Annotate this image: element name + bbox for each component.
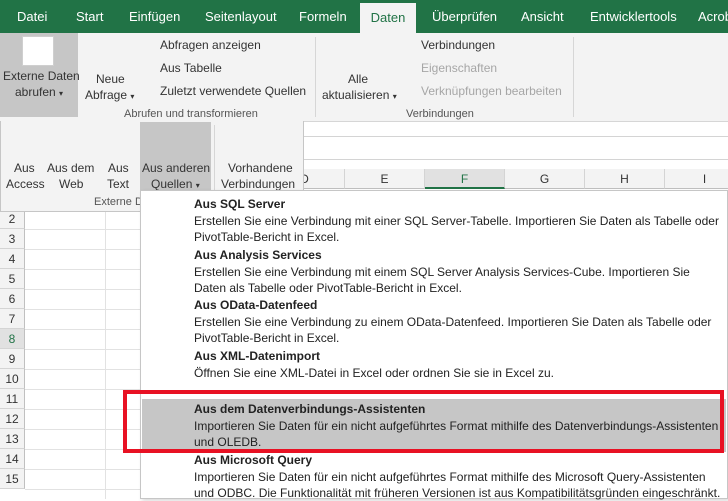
aus-access-label2: Access bbox=[6, 177, 45, 191]
aus-dem-web-label: Aus dem bbox=[47, 161, 95, 175]
group-separator bbox=[573, 37, 574, 117]
tab-ueberpruefen[interactable]: Überprüfen bbox=[432, 0, 497, 33]
alle-aktualisieren-label: Alle bbox=[348, 72, 369, 86]
menu-item-description: Öffnen Sie eine XML-Datei in Excel oder … bbox=[194, 366, 554, 380]
externe-daten-label2: abrufen ▾ bbox=[15, 85, 64, 99]
row-header[interactable]: 14 bbox=[0, 449, 25, 469]
external-data-icon bbox=[22, 36, 54, 66]
aus-anderen-quellen-label: Aus anderen bbox=[142, 161, 211, 175]
tab-daten[interactable]: Daten bbox=[360, 3, 416, 33]
tab-datei[interactable]: Datei bbox=[17, 0, 47, 33]
group-label-verbindungen: Verbindungen bbox=[406, 108, 474, 120]
vorhandene-verbindungen-label2: Verbindungen bbox=[221, 177, 296, 191]
menu-item-title: Aus OData-Datenfeed bbox=[194, 298, 318, 312]
verknuepfungen-bearbeiten-button[interactable]: Verknüpfungen bearbeiten bbox=[421, 84, 562, 98]
aus-anderen-quellen-button[interactable]: Aus anderen Quellen ▾ bbox=[140, 122, 211, 195]
aus-anderen-quellen-label2: Quellen ▾ bbox=[151, 177, 200, 191]
vorhandene-verbindungen-label: Vorhandene bbox=[228, 161, 293, 175]
row-header[interactable]: 7 bbox=[0, 309, 25, 329]
menu-item-odata-datenfeed[interactable]: Aus OData-Datenfeed Erstellen Sie eine V… bbox=[141, 293, 727, 345]
ribbon: Externe Daten abrufen ▾ Neue Abfrage ▾ A… bbox=[0, 33, 728, 122]
menu-item-description: Erstellen Sie eine Verbindung zu einem O… bbox=[194, 315, 712, 345]
menu-item-analysis-services[interactable]: Aus Analysis Services Erstellen Sie eine… bbox=[141, 243, 727, 295]
neue-abfrage-button[interactable]: Neue Abfrage ▾ bbox=[82, 33, 140, 117]
column-header-g[interactable]: G bbox=[505, 169, 585, 189]
column-header-f[interactable]: F bbox=[425, 169, 505, 189]
menu-item-xml-datenimport[interactable]: Aus XML-Datenimport Öffnen Sie eine XML-… bbox=[141, 345, 727, 381]
externe-daten-button[interactable]: Externe Daten abrufen ▾ bbox=[0, 33, 80, 117]
row-header[interactable]: 4 bbox=[0, 249, 25, 269]
row-header-selected[interactable]: 8 bbox=[0, 329, 25, 349]
column-header-h[interactable]: H bbox=[585, 169, 665, 189]
column-header-i[interactable]: I bbox=[665, 169, 728, 189]
aus-text-button[interactable]: Aus Text bbox=[104, 159, 138, 195]
menu-item-title: Aus SQL Server bbox=[194, 197, 286, 211]
row-header[interactable]: 9 bbox=[0, 349, 25, 369]
menu-item-sql-server[interactable]: Aus SQL Server Erstellen Sie eine Verbin… bbox=[141, 191, 727, 244]
row-header[interactable]: 6 bbox=[0, 289, 25, 309]
aus-text-label2: Text bbox=[107, 177, 130, 191]
aus-access-button[interactable]: Aus Access bbox=[5, 159, 45, 195]
alle-aktualisieren-label2: aktualisieren ▾ bbox=[322, 88, 397, 102]
aus-text-label: Aus bbox=[108, 161, 129, 175]
aus-access-label: Aus bbox=[14, 161, 35, 175]
aus-tabelle-button[interactable]: Aus Tabelle bbox=[160, 61, 222, 75]
grid-line bbox=[105, 189, 106, 499]
menu-item-description: Importieren Sie Daten für ein nicht aufg… bbox=[194, 470, 721, 500]
neue-abfrage-label2: Abfrage ▾ bbox=[85, 88, 135, 102]
tab-ansicht[interactable]: Ansicht bbox=[521, 0, 564, 33]
alle-aktualisieren-button[interactable]: Alle aktualisieren ▾ bbox=[318, 33, 400, 117]
aus-dem-web-label2: Web bbox=[59, 177, 84, 191]
neue-abfrage-label: Neue bbox=[96, 72, 125, 86]
verbindungen-button[interactable]: Verbindungen bbox=[421, 38, 495, 52]
column-header-e[interactable]: E bbox=[345, 169, 425, 189]
row-header[interactable]: 3 bbox=[0, 229, 25, 249]
row-header[interactable]: 11 bbox=[0, 389, 25, 409]
group-separator bbox=[214, 125, 215, 195]
abfragen-anzeigen-button[interactable]: Abfragen anzeigen bbox=[160, 38, 261, 52]
row-header[interactable]: 2 bbox=[0, 209, 25, 229]
formula-bar[interactable] bbox=[304, 136, 728, 160]
tab-formeln[interactable]: Formeln bbox=[299, 0, 347, 33]
group-separator bbox=[315, 37, 316, 117]
tab-seitenlayout[interactable]: Seitenlayout bbox=[205, 0, 277, 33]
menu-item-microsoft-query[interactable]: Aus Microsoft Query Importieren Sie Date… bbox=[141, 451, 727, 500]
row-header[interactable]: 10 bbox=[0, 369, 25, 389]
aus-dem-web-button[interactable]: Aus dem Web bbox=[46, 159, 98, 195]
tab-entwicklertools[interactable]: Entwicklertools bbox=[590, 0, 677, 33]
row-header[interactable]: 13 bbox=[0, 429, 25, 449]
menu-item-title: Aus Analysis Services bbox=[194, 248, 322, 262]
tab-einfuegen[interactable]: Einfügen bbox=[129, 0, 180, 33]
row-header[interactable]: 15 bbox=[0, 469, 25, 489]
zuletzt-verwendete-quellen-button[interactable]: Zuletzt verwendete Quellen bbox=[160, 84, 306, 98]
tab-acrobat[interactable]: Acrob bbox=[698, 0, 728, 33]
menu-item-description: Erstellen Sie eine Verbindung mit einem … bbox=[194, 265, 690, 295]
tab-start[interactable]: Start bbox=[76, 0, 103, 33]
externe-daten-label: Externe Daten bbox=[3, 69, 80, 83]
menu-item-description: Erstellen Sie eine Verbindung mit einer … bbox=[194, 214, 719, 244]
menu-item-title: Aus Microsoft Query bbox=[194, 453, 313, 467]
ribbon-tab-bar: Datei Start Einfügen Seitenlayout Formel… bbox=[0, 0, 728, 33]
eigenschaften-button[interactable]: Eigenschaften bbox=[421, 61, 497, 75]
menu-item-title: Aus XML-Datenimport bbox=[194, 349, 320, 363]
row-header[interactable]: 5 bbox=[0, 269, 25, 289]
group-label-abrufen: Abrufen und transformieren bbox=[124, 108, 258, 120]
row-header[interactable]: 12 bbox=[0, 409, 25, 429]
highlight-callout-box bbox=[123, 390, 724, 453]
group-label-externe-daten: Externe D bbox=[94, 196, 143, 208]
